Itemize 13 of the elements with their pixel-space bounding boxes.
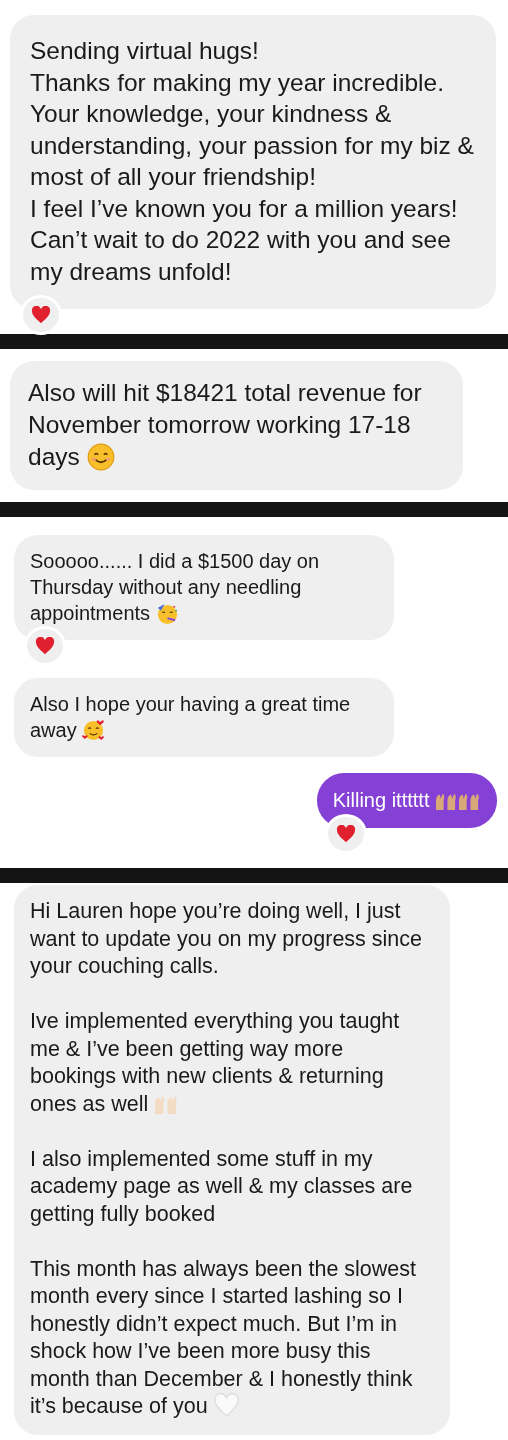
heart-emoji-icon [213,1393,239,1419]
message-text: I also implemented some stuff in my academy page as well & my classes are getting fully booked [30,1145,414,1228]
message-text: Hi Lauren hope you’re doing well, I just want to update you on my progress since your couching calls. [30,898,423,980]
message-text: Sooooo...... I did a $1500 day on Thursday without any needling appointments [30,549,321,626]
message-text: Also will hit $18421 total revenue for November tomorrow working 17-18 days [28,378,423,473]
message-text: Ive implemented everything you taught me & I’ve been getting way more bookings with new clients & returning ones as well [30,1008,401,1118]
smiling-face-icon [86,443,115,472]
message-text: This month has always been the slowest month every since I started lashing so I honestly didn’t expect much. But I’m in shock how I’ve been more busy this month than December & I honestly think it’s because of you [30,1255,417,1421]
party-face-icon [155,602,179,625]
message-text: Sending virtual hugs! Thanks for making my year incredible. Your knowledge, your kindness & understanding, your passion for my biz & most of all your friendship! I feel I’ve known you for a million years! Can’t wait to do 2022 with you and see my dreams unfold! [30,36,475,287]
message-text: Killing itttttt [332,785,481,815]
message-text: Also I hope your having a great time away [30,692,352,743]
face-with-hearts-icon [82,719,106,742]
